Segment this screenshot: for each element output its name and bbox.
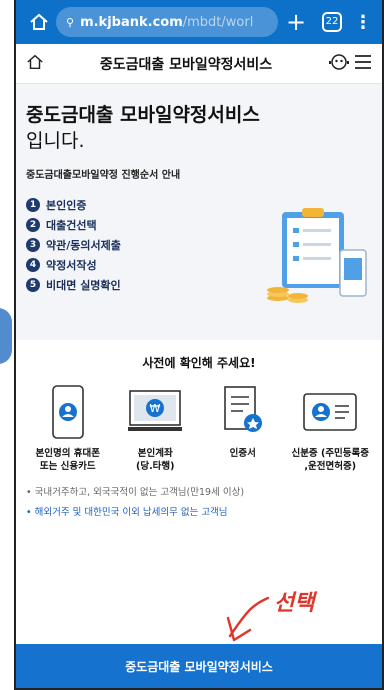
url-domain: m.kjbank.com — [80, 14, 183, 30]
certificate-icon — [219, 383, 267, 441]
eligibility-note: • 해외거주 및 대한민국 이외 납세의무 없는 고객님 — [26, 507, 228, 518]
hero-section: 중도금대출 모바일약정서비스 입니다. 중도금대출모바일약정 진행순서 안내 1… — [16, 84, 382, 340]
chatbot-icon[interactable] — [328, 52, 350, 76]
tab-count: 22 — [322, 12, 342, 32]
browser-toolbar: ⚲ m.kjbank.com/mbdt/worl + 22 ⋮ — [16, 0, 382, 44]
bank-account-icon: ₩ — [126, 383, 184, 441]
prerequisite-list: 본인명의 휴대폰 또는 신용카드 ₩ 본인계좌 (당.타행) 인증서 신분증 (주민… — [24, 383, 374, 473]
svg-text:₩: ₩ — [150, 402, 161, 415]
prerequisite-item: 인증서 — [199, 383, 287, 473]
prerequisite-item: ₩ 본인계좌 (당.타행) — [112, 383, 200, 473]
home-icon[interactable] — [22, 5, 56, 39]
side-handle — [0, 308, 12, 364]
home-icon[interactable] — [26, 53, 44, 75]
site-settings-icon[interactable]: ⚲ — [66, 16, 74, 29]
prerequisite-section: 사전에 확인해 주세요! 본인명의 휴대폰 또는 신용카드 ₩ 본인계좌 (당.타행… — [16, 340, 382, 523]
more-menu-icon[interactable]: ⋮ — [350, 12, 376, 33]
annotation-text: 선택 — [274, 591, 317, 616]
process-guide-title: 중도금대출모바일약정 진행순서 안내 — [26, 170, 181, 181]
prerequisite-title: 사전에 확인해 주세요! — [142, 356, 256, 370]
eligibility-notes: • 국내거주하고, 외국국적이 없는 고객님(만19세 이상) • 해외거주 및… — [24, 483, 374, 523]
hamburger-menu-icon[interactable] — [354, 54, 372, 74]
prerequisite-item: 본인명의 휴대폰 또는 신용카드 — [24, 383, 112, 473]
phone-frame: ⚲ m.kjbank.com/mbdt/worl + 22 ⋮ 중도금대출 모바… — [14, 0, 384, 690]
page-header: 중도금대출 모바일약정서비스 — [16, 44, 382, 84]
id-card-icon — [301, 383, 359, 441]
contract-illustration-icon — [264, 200, 374, 314]
handwritten-annotation: 선택 — [224, 584, 334, 652]
hero-title: 중도금대출 모바일약정서비스 — [26, 104, 260, 126]
start-service-button[interactable]: 중도금대출 모바일약정서비스 — [16, 644, 382, 688]
address-bar[interactable]: ⚲ m.kjbank.com/mbdt/worl — [56, 7, 278, 37]
url-path: /mbdt/worl — [182, 14, 254, 30]
eligibility-note: • 국내거주하고, 외국국적이 없는 고객님(만19세 이상) — [26, 487, 245, 498]
tab-switcher-button[interactable]: 22 — [314, 12, 350, 32]
hero-title-line2: 입니다. — [26, 130, 85, 152]
prerequisite-item: 신분증 (주민등록증 ,운전면허증) — [287, 383, 375, 473]
new-tab-button[interactable]: + — [278, 7, 314, 37]
page-title: 중도금대출 모바일약정서비스 — [99, 56, 273, 73]
mobile-phone-icon — [45, 383, 91, 441]
